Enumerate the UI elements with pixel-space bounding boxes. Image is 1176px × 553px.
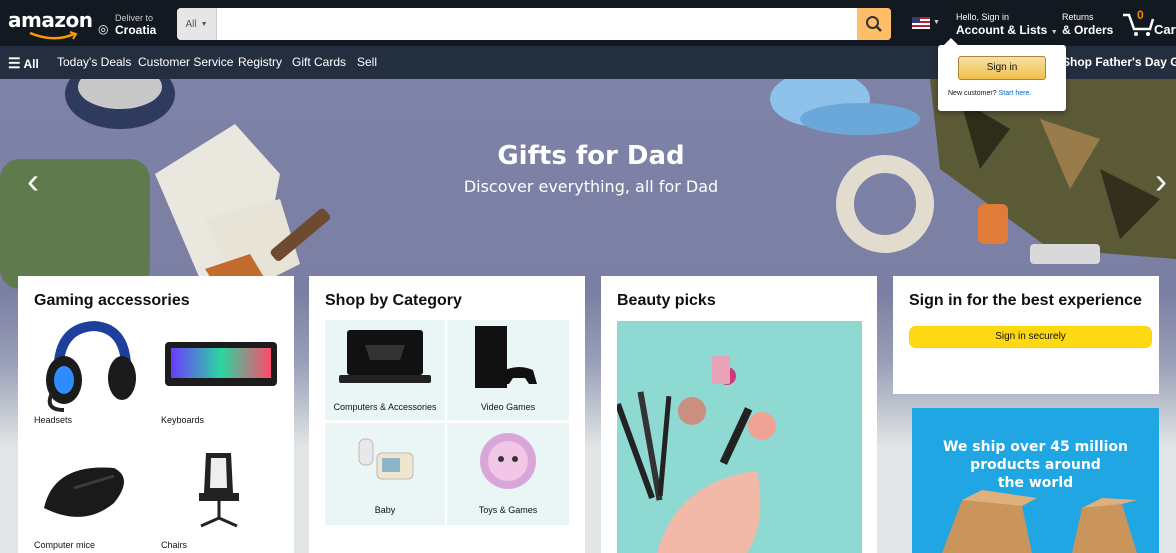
shipping-promo-text: We ship over 45 million products around … bbox=[912, 438, 1159, 492]
tile-chairs[interactable]: Chairs bbox=[161, 448, 281, 553]
start-here-link[interactable]: Start here. bbox=[999, 90, 1032, 97]
cart-button[interactable]: 0 Cart bbox=[1122, 6, 1176, 40]
tile-headsets[interactable]: Headsets bbox=[34, 318, 154, 428]
top-nav: amazon ◎ Deliver to Croatia All ▼ ▼ Hell… bbox=[0, 0, 1176, 46]
tile-label: Headsets bbox=[34, 415, 73, 425]
nav-customer-service[interactable]: Customer Service bbox=[138, 55, 233, 69]
nav-gift-cards[interactable]: Gift Cards bbox=[292, 55, 346, 69]
shipping-promo-line: products around bbox=[970, 457, 1101, 473]
account-signin-flyout: Sign in New customer? Start here. bbox=[938, 38, 1066, 111]
tile-baby[interactable]: Baby bbox=[325, 423, 445, 525]
beauty-picks-card: Beauty picks bbox=[601, 276, 877, 553]
mouse-image bbox=[44, 467, 124, 517]
search-input[interactable] bbox=[217, 8, 851, 40]
chevron-left-icon: ‹ bbox=[27, 160, 39, 201]
tile-computers[interactable]: Computers & Accessories bbox=[325, 320, 445, 420]
cart-label: Cart bbox=[1154, 22, 1176, 37]
tile-label: Keyboards bbox=[161, 415, 205, 425]
logo-smile-icon bbox=[29, 31, 78, 40]
location-pin-icon: ◎ bbox=[98, 22, 109, 36]
logo-text: amazon bbox=[8, 8, 93, 32]
beauty-card-title: Beauty picks bbox=[617, 292, 716, 309]
account-label: Account & Lists ▼ bbox=[956, 23, 1058, 37]
toy-ball-image bbox=[480, 433, 536, 489]
search-icon bbox=[866, 16, 882, 32]
deliver-to[interactable]: ◎ Deliver to Croatia bbox=[98, 10, 168, 38]
console-image bbox=[475, 326, 537, 388]
tile-label: Baby bbox=[374, 505, 396, 515]
chevron-down-icon: ▼ bbox=[1050, 29, 1058, 36]
beauty-image-link[interactable] bbox=[617, 321, 862, 553]
shop-by-category-card: Shop by Category Computers & Accessories… bbox=[309, 276, 585, 553]
account-lists[interactable]: Hello, Sign in Account & Lists ▼ bbox=[956, 10, 1058, 38]
search-category-label: All bbox=[185, 18, 197, 30]
chevron-down-icon: ▼ bbox=[200, 20, 208, 28]
returns-orders[interactable]: Returns & Orders bbox=[1062, 10, 1116, 38]
tile-computer-mice[interactable]: Computer mice bbox=[34, 448, 154, 553]
signin-card-title: Sign in for the best experience bbox=[909, 292, 1142, 309]
shipping-promo-banner[interactable]: We ship over 45 million products around … bbox=[912, 408, 1159, 553]
us-flag-icon bbox=[912, 17, 930, 29]
tile-label: Video Games bbox=[480, 402, 536, 412]
amazon-logo[interactable]: amazon bbox=[8, 8, 93, 40]
makeup-image bbox=[617, 356, 776, 553]
new-customer-label: New customer? bbox=[948, 90, 997, 97]
flyout-sign-in-button[interactable]: Sign in bbox=[958, 56, 1046, 80]
new-customer-text: New customer? Start here. bbox=[948, 90, 1031, 97]
deliver-label: Deliver to bbox=[115, 13, 154, 23]
tile-label: Chairs bbox=[161, 540, 188, 550]
tile-label: Computers & Accessories bbox=[333, 402, 437, 412]
nav-todays-deals[interactable]: Today's Deals bbox=[57, 55, 131, 69]
shipping-promo-line: the world bbox=[997, 475, 1074, 491]
laptop-image bbox=[339, 330, 431, 383]
carousel-next-button[interactable]: › bbox=[1146, 160, 1176, 201]
hamburger-icon: ☰ bbox=[8, 55, 21, 71]
sign-in-securely-button[interactable]: Sign in securely bbox=[909, 326, 1152, 348]
category-card-title: Shop by Category bbox=[325, 292, 462, 309]
all-menu-button[interactable]: ☰ All bbox=[8, 55, 39, 72]
tile-label: Toys & Games bbox=[478, 505, 538, 515]
tile-keyboards[interactable]: Keyboards bbox=[161, 318, 281, 428]
search-button[interactable] bbox=[857, 8, 891, 40]
chevron-right-icon: › bbox=[1155, 160, 1167, 201]
tile-video-games[interactable]: Video Games bbox=[447, 320, 569, 420]
search-bar: All ▼ bbox=[177, 8, 891, 40]
gaming-card-title: Gaming accessories bbox=[34, 292, 190, 309]
gaming-accessories-card: Gaming accessories Headsets Keyboards Co… bbox=[18, 276, 294, 553]
search-category-dropdown[interactable]: All ▼ bbox=[177, 8, 217, 40]
returns-label: Returns bbox=[1062, 12, 1094, 22]
orders-label: & Orders bbox=[1062, 23, 1114, 37]
shipping-promo-line: We ship over 45 million bbox=[942, 439, 1129, 455]
headset-image bbox=[46, 320, 136, 412]
hero-title: Gifts for Dad bbox=[497, 141, 685, 171]
keyboard-image bbox=[165, 342, 277, 386]
all-menu-label: All bbox=[23, 57, 39, 71]
language-selector[interactable]: ▼ bbox=[912, 17, 942, 31]
chevron-down-icon: ▼ bbox=[933, 19, 940, 26]
chair-image bbox=[199, 453, 239, 528]
signin-card: Sign in for the best experience Sign in … bbox=[893, 276, 1159, 394]
tile-label: Computer mice bbox=[34, 540, 96, 550]
nav-promo-fathers-day[interactable]: Shop Father's Day Gifts bbox=[1062, 55, 1176, 69]
nav-registry[interactable]: Registry bbox=[238, 55, 282, 69]
carousel-prev-button[interactable]: ‹ bbox=[18, 160, 48, 201]
baby-monitor-image bbox=[358, 438, 414, 480]
cart-count: 0 bbox=[1137, 8, 1144, 22]
nav-sell[interactable]: Sell bbox=[357, 55, 377, 69]
hero-subtitle: Discover everything, all for Dad bbox=[463, 177, 719, 196]
deliver-country: Croatia bbox=[115, 23, 157, 37]
account-greeting: Hello, Sign in bbox=[956, 12, 1010, 22]
tile-toys[interactable]: Toys & Games bbox=[447, 423, 569, 525]
